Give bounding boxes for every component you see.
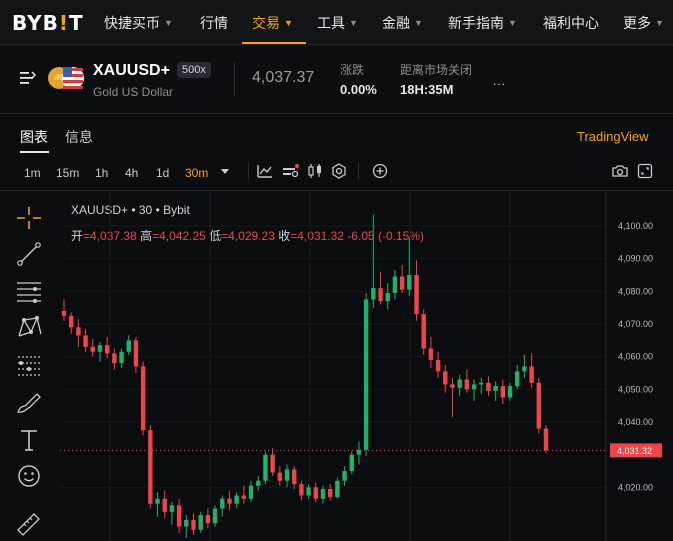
chevron-down-icon: ▼: [508, 18, 517, 28]
change-value: 0.00%: [340, 82, 377, 97]
chart-area[interactable]: [0, 192, 673, 541]
add-icon[interactable]: [372, 163, 388, 179]
market-close-label: 距离市场关闭: [400, 63, 473, 77]
timeframe-1m[interactable]: 1m: [24, 166, 41, 180]
nav-finance[interactable]: 金融 ▼: [382, 13, 423, 33]
nav-markets[interactable]: 行情: [200, 13, 228, 33]
crosshair-icon[interactable]: [15, 206, 43, 230]
nav-trade[interactable]: 交易 ▼: [252, 13, 293, 33]
emoji-icon[interactable]: [15, 463, 43, 489]
toolbar-separator: [248, 163, 249, 179]
fullscreen-icon[interactable]: [637, 163, 653, 179]
toolbar-divider: [0, 190, 673, 191]
low-label: 低: [209, 229, 222, 243]
nav-label: 更多: [623, 15, 651, 31]
candle-style-icon[interactable]: [307, 163, 323, 179]
close-value: =4,031.32: [290, 229, 344, 243]
leverage-badge: 500x: [177, 62, 211, 78]
nav-label: 工具: [317, 15, 345, 31]
settings-icon[interactable]: [331, 163, 347, 179]
ticker-name: Gold US Dollar: [93, 85, 174, 99]
market-close-value: 18H:35M: [400, 82, 454, 97]
nav-label: 新手指南: [448, 15, 504, 31]
last-price: 4,037.37: [252, 69, 315, 86]
change-value: -6.05 (-0.15%): [347, 229, 425, 243]
templates-icon[interactable]: [282, 163, 300, 179]
ticker-divider: [0, 113, 673, 114]
chevron-down-icon: ▼: [414, 18, 423, 28]
horizontal-lines-icon[interactable]: [15, 279, 43, 305]
open-label: 开: [71, 229, 84, 243]
chevron-down-icon: ▼: [655, 18, 664, 28]
low-value: =4,029.23: [221, 229, 275, 243]
tab-chart[interactable]: 图表: [20, 127, 48, 147]
measure-icon[interactable]: [15, 353, 43, 379]
timeframe-1h[interactable]: 1h: [95, 166, 108, 180]
close-label: 收: [278, 229, 291, 243]
logo-text-end: T: [69, 11, 84, 35]
nav-label: 福利中心: [543, 15, 599, 31]
high-value: =4,042.25: [152, 229, 206, 243]
timeframe-30m[interactable]: 30m: [185, 166, 208, 180]
tab-info[interactable]: 信息: [65, 127, 93, 147]
chevron-down-icon: ▼: [349, 18, 358, 28]
nav-rewards-hub[interactable]: 福利中心: [543, 13, 599, 33]
pattern-icon[interactable]: [15, 314, 43, 340]
nav-tools[interactable]: 工具 ▼: [317, 13, 358, 33]
nav-label: 交易: [252, 15, 280, 31]
timeframe-15m[interactable]: 15m: [56, 166, 79, 180]
text-icon[interactable]: [15, 427, 43, 453]
nav-more[interactable]: 更多 ▼: [623, 13, 664, 33]
ticker-separator: [234, 62, 235, 96]
chart-legend-ohlc: 开=4,037.38 高=4,042.25 低=4,029.23 收=4,031…: [71, 227, 424, 244]
tradingview-link[interactable]: TradingView: [577, 129, 649, 144]
change-label: 涨跌: [340, 63, 365, 77]
ruler-icon[interactable]: [15, 510, 43, 536]
timeframe-1d[interactable]: 1d: [156, 166, 169, 180]
logo-text: BYB: [12, 11, 59, 35]
nav-beginner-guide[interactable]: 新手指南 ▼: [448, 13, 517, 33]
tab-active-indicator: [20, 151, 49, 153]
timeframe-dropdown-icon[interactable]: [220, 168, 230, 176]
high-label: 高: [140, 229, 153, 243]
nav-label: 金融: [382, 15, 410, 31]
chevron-down-icon: ▼: [164, 18, 173, 28]
indicators-icon[interactable]: [257, 163, 273, 179]
trend-line-icon[interactable]: [15, 241, 43, 267]
pair-list-menu-icon[interactable]: [20, 71, 36, 85]
logo-bang: !: [58, 11, 70, 35]
nav-label: 快捷买币: [104, 15, 160, 31]
nav-quick-buy[interactable]: 快捷买币 ▼: [104, 13, 173, 33]
ticker-symbol[interactable]: XAUUSD+: [93, 62, 170, 80]
brush-icon[interactable]: [15, 390, 43, 416]
camera-icon[interactable]: [612, 163, 628, 179]
gold-usd-pair-icon: [48, 67, 84, 89]
nav-label: 行情: [200, 15, 228, 31]
bybit-logo[interactable]: BYB!T: [12, 11, 84, 35]
chevron-down-icon: ▼: [284, 18, 293, 28]
timeframe-4h[interactable]: 4h: [125, 166, 138, 180]
open-value: =4,037.38: [83, 229, 137, 243]
chart-legend-title: XAUUSD+ • 30 • Bybit: [71, 203, 190, 217]
toolbar-separator: [358, 163, 359, 179]
more-info-button[interactable]: ...: [493, 74, 506, 88]
